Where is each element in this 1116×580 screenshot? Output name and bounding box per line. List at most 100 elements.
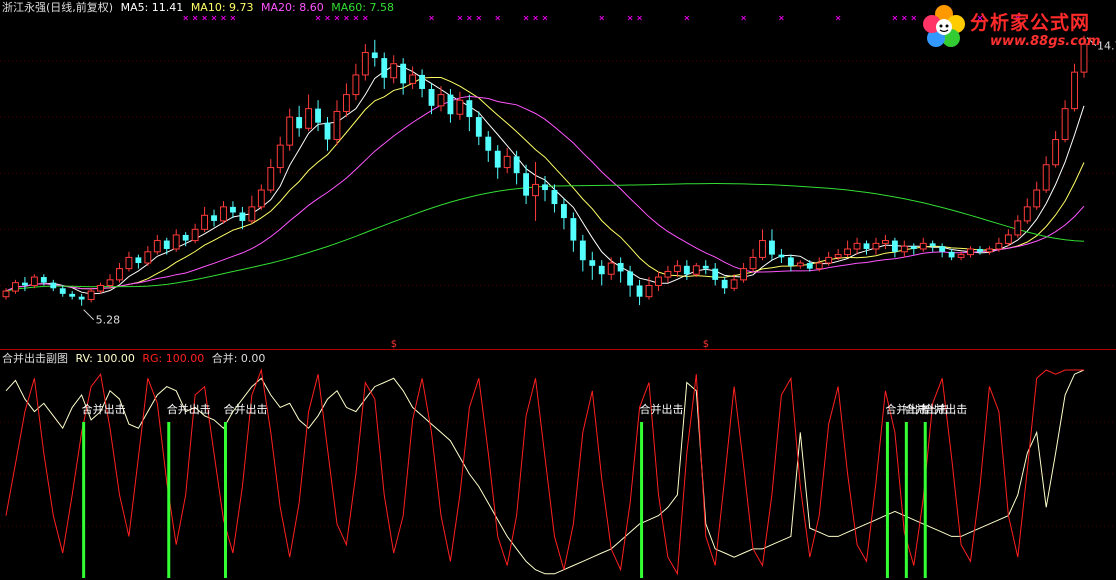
candle-body [267, 167, 275, 191]
candle [948, 248, 955, 261]
candle [286, 108, 294, 151]
candle-body [863, 243, 870, 249]
candle-body [1004, 234, 1012, 244]
candle [276, 136, 284, 174]
candle-body [78, 296, 85, 300]
candle [475, 111, 482, 146]
candle-body [30, 276, 38, 286]
candle-body [1071, 71, 1078, 110]
candle [419, 69, 426, 98]
candle [863, 240, 870, 255]
candle-body [144, 251, 152, 264]
candle [485, 131, 492, 162]
flower-logo-icon [923, 5, 965, 47]
candle [125, 251, 133, 272]
candle [607, 257, 615, 280]
candle-body [419, 74, 426, 89]
marker-x-icon [344, 15, 349, 21]
candle-body [163, 240, 170, 249]
candle-body [532, 183, 539, 197]
marker-x-icon [627, 15, 633, 21]
candle [116, 263, 123, 283]
candle [466, 94, 473, 132]
candle-body [769, 240, 775, 255]
candle [513, 150, 520, 185]
candle [87, 288, 95, 303]
candle-body [853, 242, 861, 250]
candle [967, 246, 974, 258]
candle-body [929, 243, 936, 247]
ma5-label: MA5: 11.41 [120, 1, 184, 14]
stock-title: 浙江永强(日线,前复权) [2, 1, 114, 14]
candle [172, 229, 180, 252]
marker-x-icon [637, 15, 642, 21]
candle [257, 184, 265, 210]
candle-body [523, 173, 530, 196]
marker-x-icon [901, 15, 907, 21]
candle-body [825, 256, 833, 264]
candle [881, 234, 889, 249]
candle-body [778, 254, 785, 258]
candle-body [1052, 139, 1060, 166]
candle-body [589, 260, 596, 266]
candle [900, 240, 908, 258]
sub-chart-header: 合并出击副图 RV: 100.00 RG: 100.00 合并: 0.00 [2, 352, 269, 366]
low-pointer [83, 309, 95, 321]
signal-label: 合并出击 [223, 402, 267, 416]
marker-x-icon [334, 15, 340, 21]
candle-body [607, 262, 615, 275]
candle [929, 240, 936, 252]
candle-body [730, 279, 738, 289]
candle-body [919, 242, 927, 250]
candle-body [740, 268, 748, 281]
logo-url: www.88gs.com [990, 34, 1101, 49]
candle-body [456, 99, 464, 115]
candle [324, 117, 331, 151]
candle-body [570, 218, 577, 241]
candle-body [257, 189, 265, 208]
candle-body [939, 246, 946, 252]
candle [267, 159, 275, 193]
candle-body [342, 94, 350, 112]
candle [551, 184, 558, 213]
marker-x-icon [533, 15, 538, 21]
signal-label: 合并出击 [82, 402, 126, 416]
candle-body [995, 242, 1003, 250]
signal-bar [923, 422, 927, 578]
candle-body [948, 251, 955, 258]
candle-body [248, 206, 256, 222]
marker-x-icon [230, 15, 236, 21]
candle-body [787, 257, 794, 266]
candle [570, 212, 577, 252]
candle [390, 55, 398, 84]
candle-body [503, 155, 511, 169]
marker-x-icon [457, 15, 463, 21]
candle-body [352, 74, 360, 96]
candle [721, 277, 728, 294]
candle-body [494, 150, 501, 168]
rv-label: RV: 100.00 [75, 352, 135, 365]
signal-bar [223, 422, 227, 578]
candle [78, 293, 85, 306]
candle-body [815, 262, 823, 270]
marker-x-icon [835, 15, 841, 21]
signal-bar [904, 422, 908, 578]
candle-body [806, 263, 813, 269]
candle [692, 263, 700, 278]
candle-body [692, 265, 700, 275]
candle [163, 237, 170, 255]
candle-body [87, 290, 95, 301]
candle [437, 86, 445, 112]
candle [503, 147, 511, 174]
candle-body [172, 234, 180, 250]
candle-body [1042, 164, 1050, 191]
candle [352, 63, 360, 101]
candle-body [702, 265, 709, 269]
candle [211, 209, 217, 227]
candle [778, 248, 785, 264]
candle-body [201, 214, 209, 230]
candle-body [664, 270, 672, 278]
candle-body [721, 279, 728, 289]
candle-body [409, 74, 417, 84]
candle [361, 44, 369, 81]
